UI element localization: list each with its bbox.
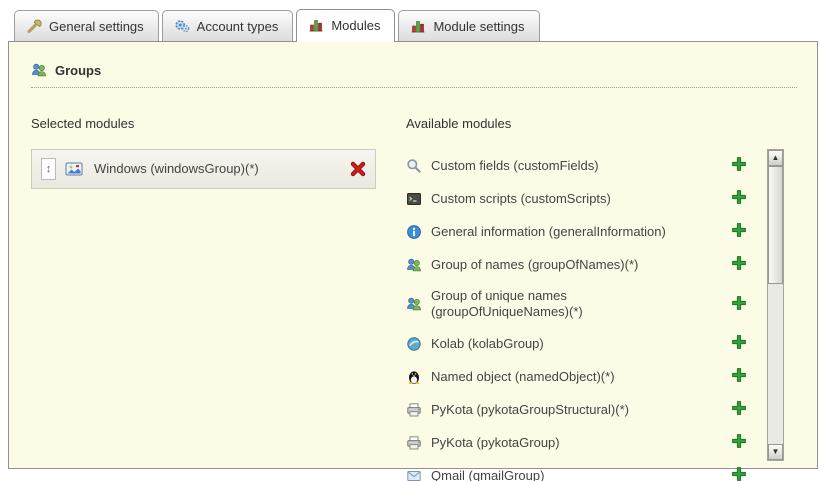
section-heading-groups: Groups <box>31 62 797 88</box>
add-module-button[interactable] <box>731 295 747 311</box>
add-module-button[interactable] <box>731 400 747 416</box>
kolab-icon <box>406 336 422 352</box>
module-label: Custom fields (customFields) <box>431 158 599 174</box>
scrollbar-thumb[interactable] <box>768 166 783 284</box>
scroll-up-button[interactable]: ▲ <box>768 150 783 166</box>
module-label: Group of unique names (groupOfUniqueName… <box>431 288 583 320</box>
module-label: PyKota (pykotaGroupStructural)(*) <box>431 402 629 418</box>
available-module-row: PyKota (pykotaGroup) <box>406 426 761 459</box>
tab-label: Account types <box>197 19 279 34</box>
available-module-row: Kolab (kolabGroup) <box>406 327 761 360</box>
available-module-row: PyKota (pykotaGroupStructural)(*) <box>406 393 761 426</box>
windows-icon <box>65 161 83 177</box>
scrollbar[interactable]: ▲ ▼ <box>767 149 784 461</box>
tux-icon <box>406 369 422 385</box>
script-icon <box>406 191 422 207</box>
tab-account-types[interactable]: Account types <box>162 10 294 41</box>
add-module-button[interactable] <box>731 255 747 271</box>
printer-icon <box>406 435 422 451</box>
chart-icon <box>308 17 324 33</box>
module-label: Windows (windowsGroup)(*) <box>94 161 259 177</box>
available-modules-list: Custom fields (customFields) Custom scri… <box>406 149 761 481</box>
scrollbar-track[interactable] <box>768 166 783 444</box>
tab-label: Modules <box>331 18 380 33</box>
add-module-button[interactable] <box>731 466 747 481</box>
wrench-icon <box>26 18 42 34</box>
add-module-button[interactable] <box>731 156 747 172</box>
module-label: General information (generalInformation) <box>431 224 666 240</box>
selected-modules-column: Selected modules ↕ Windows (windowsGroup… <box>31 112 386 481</box>
available-modules-column: Available modules Custom fields (customF… <box>406 112 801 481</box>
groups-icon <box>31 62 47 78</box>
printer-icon <box>406 402 422 418</box>
add-module-button[interactable] <box>731 189 747 205</box>
info-icon <box>406 224 422 240</box>
module-label: Group of names (groupOfNames)(*) <box>431 257 638 273</box>
module-label: Custom scripts (customScripts) <box>431 191 611 207</box>
drag-handle[interactable]: ↕ <box>41 158 56 180</box>
mail-icon <box>406 468 422 481</box>
chart-icon <box>410 18 426 34</box>
tab-label: Module settings <box>433 19 524 34</box>
tab-modules[interactable]: Modules <box>296 9 395 42</box>
selected-module-row[interactable]: ↕ Windows (windowsGroup)(*) <box>41 158 366 180</box>
modules-panel: Groups Selected modules ↕ Windows (windo… <box>8 41 818 469</box>
app-window: General settings Account types Modules M… <box>0 0 826 481</box>
magnifier-icon <box>406 158 422 174</box>
section-title: Groups <box>55 63 101 78</box>
tab-bar: General settings Account types Modules M… <box>0 0 826 41</box>
tab-label: General settings <box>49 19 144 34</box>
tab-module-settings[interactable]: Module settings <box>398 10 539 41</box>
available-module-row: Group of unique names (groupOfUniqueName… <box>406 281 761 327</box>
available-module-row: Custom scripts (customScripts) <box>406 182 761 215</box>
module-label: Named object (namedObject)(*) <box>431 369 615 385</box>
add-module-button[interactable] <box>731 433 747 449</box>
module-label: Qmail (qmailGroup) <box>431 468 544 481</box>
scroll-down-button[interactable]: ▼ <box>768 444 783 460</box>
available-module-row: Qmail (qmailGroup) <box>406 459 761 481</box>
group-icon <box>406 257 422 273</box>
available-modules-heading: Available modules <box>406 116 801 131</box>
add-module-button[interactable] <box>731 334 747 350</box>
module-label: PyKota (pykotaGroup) <box>431 435 560 451</box>
add-module-button[interactable] <box>731 367 747 383</box>
selected-modules-box: ↕ Windows (windowsGroup)(*) <box>31 149 376 189</box>
module-label: Kolab (kolabGroup) <box>431 336 544 352</box>
available-module-row: Custom fields (customFields) <box>406 149 761 182</box>
group-icon <box>406 296 422 312</box>
selected-modules-heading: Selected modules <box>31 116 386 131</box>
available-module-row: General information (generalInformation) <box>406 215 761 248</box>
tab-general-settings[interactable]: General settings <box>14 10 159 41</box>
add-module-button[interactable] <box>731 222 747 238</box>
gears-icon <box>174 18 190 34</box>
available-module-row: Named object (namedObject)(*) <box>406 360 761 393</box>
remove-module-button[interactable] <box>350 161 366 177</box>
available-module-row: Group of names (groupOfNames)(*) <box>406 248 761 281</box>
